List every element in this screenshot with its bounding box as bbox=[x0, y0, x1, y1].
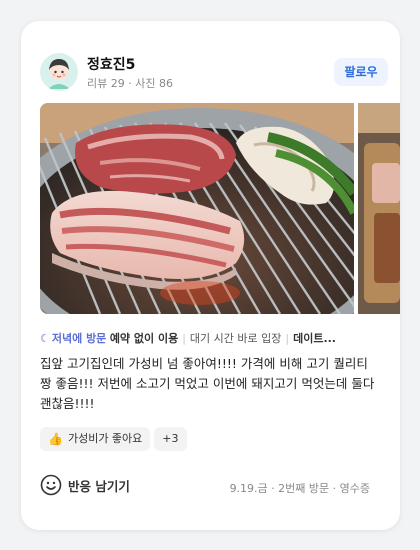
tag-divider: | bbox=[182, 332, 186, 345]
avatar-icon bbox=[40, 53, 78, 91]
visit-tags: ☾ 저녁에 방문 예약 없이 이용 | 대기 시간 바로 입장 | 데이트... bbox=[40, 330, 370, 346]
user-stats: 리뷰 29 · 사진 86 bbox=[87, 77, 173, 90]
tag-no-reservation: 예약 없이 이용 bbox=[109, 332, 179, 345]
review-footer: 반응 남기기 9.19.금 · 2번째 방문 · 영수증 bbox=[40, 474, 370, 500]
smile-icon bbox=[40, 474, 62, 496]
keyword-chips: 👍 가성비가 좋아요 +3 bbox=[40, 427, 187, 451]
tag-wait-time: 대기 시간 바로 입장 bbox=[189, 332, 282, 345]
review-text[interactable]: 집앞 고기집인데 가성비 넘 좋아여!!!! 가격에 비해 고기 퀄리티 짱 좋… bbox=[40, 354, 376, 414]
tag-divider: | bbox=[285, 332, 290, 345]
visit-info: 9.19.금 · 2번째 방문 · 영수증 bbox=[229, 482, 370, 495]
more-keywords-chip[interactable]: +3 bbox=[154, 427, 187, 451]
review-header: 정효진5 리뷰 29 · 사진 86 팔로우 bbox=[40, 53, 388, 93]
keyword-chip-label: 가성비가 좋아요 bbox=[67, 432, 143, 445]
moon-icon: ☾ bbox=[40, 332, 50, 345]
keyword-chip[interactable]: 👍 가성비가 좋아요 bbox=[40, 427, 151, 451]
review-card: 정효진5 리뷰 29 · 사진 86 팔로우 ☾ 저녁에 방문 예약 없이 이용… bbox=[21, 21, 400, 530]
avatar[interactable] bbox=[40, 53, 78, 91]
tag-date[interactable]: 데이트... bbox=[293, 332, 336, 345]
review-photo[interactable] bbox=[40, 103, 354, 314]
react-button-label: 반응 남기기 bbox=[68, 478, 130, 494]
photo-carousel[interactable] bbox=[40, 103, 400, 314]
next-photo-thumbnail bbox=[358, 103, 400, 314]
thumbs-up-icon: 👍 bbox=[48, 432, 63, 446]
grilled-meat-photo bbox=[40, 103, 354, 314]
user-name[interactable]: 정효진5 bbox=[87, 54, 135, 74]
next-photo-preview[interactable] bbox=[358, 103, 400, 314]
react-button[interactable]: 반응 남기기 bbox=[40, 474, 130, 496]
follow-button[interactable]: 팔로우 bbox=[334, 58, 388, 86]
tag-dinner: 저녁에 방문 bbox=[51, 332, 107, 345]
